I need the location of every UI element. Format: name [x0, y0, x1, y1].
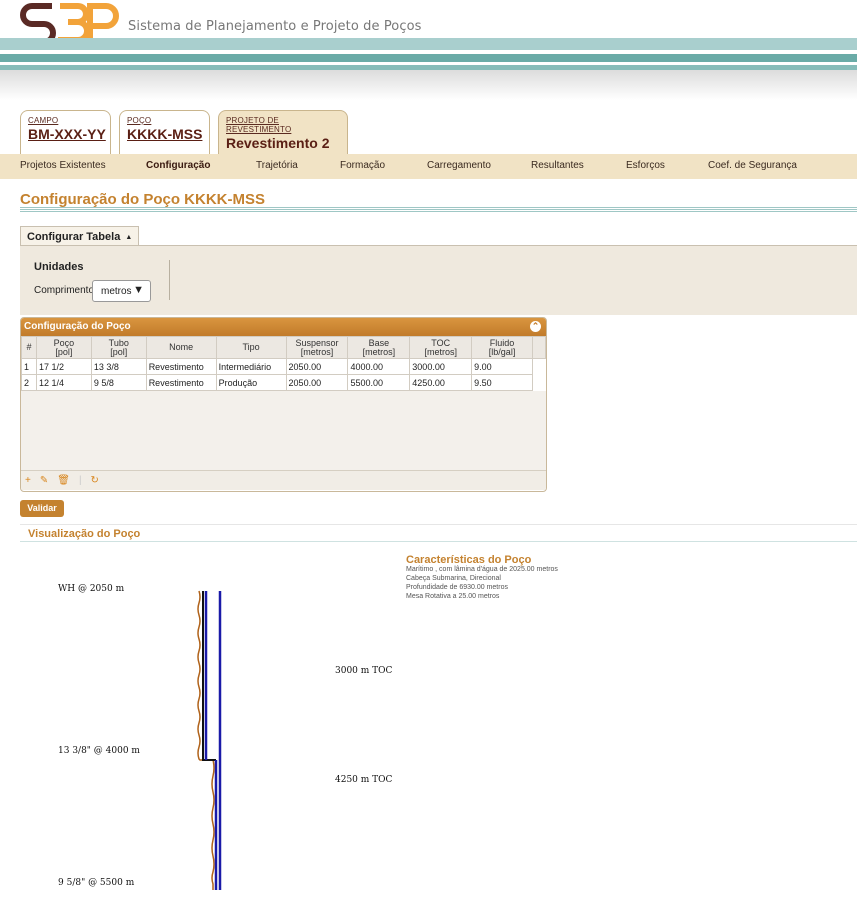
grid-table: # Poço [pol] Tubo [pol] Nome Tipo Suspensor [… — [21, 336, 546, 391]
table-cell[interactable]: 4250.00 — [409, 374, 473, 391]
wellhead-label: WH @ 2050 m — [58, 584, 125, 594]
poco-tab[interactable]: POÇO KKKK-MSS — [119, 110, 210, 155]
table-cell-spacer — [532, 374, 546, 391]
config-panel: Unidades Comprimento metros ▼ — [20, 245, 857, 315]
characteristic-line: Marítimo , com lâmina d'água de 2025.00 … — [406, 566, 558, 573]
context-tabs: CAMPO BM-XXX-YY POÇO KKKK-MSS PROJETO DE… — [20, 110, 348, 155]
poco-value[interactable]: KKKK-MSS — [127, 126, 202, 142]
column-header[interactable]: Suspensor [metros] — [285, 336, 349, 359]
nav-trajetoria[interactable]: Trajetória — [256, 160, 298, 171]
grid-body: 1 17 1/2 13 3/8 Revestimento Intermediário 20… — [21, 358, 546, 391]
casing-9-5-8 — [204, 591, 218, 890]
nav-coef-seguranca[interactable]: Coef. de Segurança — [708, 160, 797, 171]
table-row[interactable]: 1 17 1/2 13 3/8 Revestimento Intermediário 20… — [21, 358, 546, 375]
projeto-value[interactable]: Revestimento 2 — [226, 135, 340, 151]
column-header[interactable]: Tubo [pol] — [90, 336, 147, 359]
column-header[interactable]: Fluido [lb/gal] — [471, 336, 533, 359]
column-header[interactable]: Nome — [145, 336, 217, 359]
nav-formacao[interactable]: Formação — [340, 160, 385, 171]
app-title: Sistema de Planejamento e Projeto de Poç… — [128, 19, 422, 34]
table-cell[interactable]: 2050.00 — [285, 374, 349, 391]
table-cell[interactable]: 5500.00 — [347, 374, 411, 391]
visualization-divider — [20, 541, 857, 542]
table-cell[interactable]: 9 5/8 — [90, 374, 147, 391]
add-icon[interactable]: + — [25, 475, 31, 486]
table-cell[interactable]: 1 — [21, 358, 37, 375]
grid-title: Configuração do Poço — [24, 321, 131, 332]
table-cell[interactable]: 12 1/4 — [35, 374, 92, 391]
app-header: Sistema de Planejamento e Projeto de Poç… — [0, 0, 857, 100]
well-config-grid: Configuração do Poço ⌃ # Poço [pol] Tubo [… — [20, 317, 547, 492]
poco-label[interactable]: POÇO — [127, 116, 202, 125]
projeto-label[interactable]: PROJETO DE REVESTIMENTO — [226, 116, 340, 134]
table-cell[interactable]: 17 1/2 — [35, 358, 92, 375]
caret-up-icon: ▲ — [125, 234, 133, 241]
campo-tab[interactable]: CAMPO BM-XXX-YY — [20, 110, 111, 155]
table-cell[interactable]: 4000.00 — [347, 358, 411, 375]
refresh-icon[interactable]: ↻ — [91, 475, 99, 486]
characteristic-line: Profundidade de 6930.00 metros — [406, 584, 508, 591]
characteristic-line: Mesa Rotativa a 25.00 metros — [406, 593, 500, 600]
table-row[interactable]: 2 12 1/4 9 5/8 Revestimento Produção 2050.00 5… — [21, 374, 546, 391]
column-header[interactable]: TOC [metros] — [409, 336, 473, 359]
projeto-tab[interactable]: PROJETO DE REVESTIMENTO Revestimento 2 — [218, 110, 348, 155]
shoe-label-2: 9 5/8" @ 5500 m — [58, 878, 135, 888]
table-cell[interactable]: 9.50 — [471, 374, 533, 391]
delete-icon[interactable]: 🗑 — [57, 475, 70, 486]
characteristics-title: Características do Poço — [406, 554, 532, 566]
units-title: Unidades — [34, 261, 84, 273]
configurar-tabela-label: Configurar Tabela — [27, 231, 121, 243]
table-cell[interactable]: 2 — [21, 374, 37, 391]
column-header[interactable]: Poço [pol] — [35, 336, 92, 359]
toc-label-1: 3000 m TOC — [335, 666, 393, 676]
length-label: Comprimento — [34, 285, 95, 296]
nav-resultantes[interactable]: Resultantes — [531, 160, 584, 171]
table-cell[interactable]: Intermediário — [215, 358, 287, 375]
dropdown-arrow-icon: ▼ — [133, 284, 144, 296]
table-cell[interactable]: 3000.00 — [409, 358, 473, 375]
table-cell[interactable]: Revestimento — [145, 358, 217, 375]
edit-icon[interactable]: ✎ — [40, 475, 48, 486]
panel-separator — [169, 260, 170, 300]
table-cell[interactable]: Revestimento — [145, 374, 217, 391]
page-title: Configuração do Poço KKKK-MSS — [20, 191, 266, 208]
table-cell[interactable]: 2050.00 — [285, 358, 349, 375]
table-cell[interactable]: Produção — [215, 374, 287, 391]
column-header[interactable]: Base [metros] — [347, 336, 411, 359]
column-header[interactable]: # — [21, 336, 37, 359]
well-schematic — [197, 590, 222, 890]
grid-header-row: # Poço [pol] Tubo [pol] Nome Tipo Suspensor [… — [21, 336, 546, 359]
campo-value[interactable]: BM-XXX-YY — [28, 126, 106, 142]
cement-outer-2 — [211, 759, 215, 890]
nav-configuracao[interactable]: Configuração — [146, 160, 210, 171]
nav-projetos-existentes[interactable]: Projetos Existentes — [20, 160, 106, 171]
validate-button[interactable]: Validar — [20, 500, 64, 517]
nav-carregamento[interactable]: Carregamento — [427, 160, 491, 171]
toolbar-separator: | — [78, 475, 82, 486]
grid-header: Configuração do Poço ⌃ — [21, 318, 546, 336]
visualization-title: Visualização do Poço — [28, 528, 141, 540]
table-cell[interactable]: 9.00 — [471, 358, 533, 375]
viz-top-divider — [20, 524, 857, 525]
configurar-tabela-tab[interactable]: Configurar Tabela ▲ — [20, 226, 140, 246]
column-header-spacer — [531, 336, 546, 359]
toc-label-2: 4250 m TOC — [335, 775, 393, 785]
main-nav: Projetos Existentes Configuração Trajetó… — [0, 154, 857, 179]
nav-esforcos[interactable]: Esforços — [626, 160, 665, 171]
title-divider — [20, 207, 857, 212]
shoe-label-1: 13 3/8" @ 4000 m — [58, 746, 140, 756]
column-header[interactable]: Tipo — [215, 336, 287, 359]
length-unit-select[interactable]: metros ▼ — [92, 280, 151, 302]
length-unit-value: metros — [101, 286, 132, 297]
table-cell-spacer — [532, 358, 546, 375]
grid-toolbar: + ✎ 🗑 | ↻ — [21, 470, 546, 490]
characteristic-line: Cabeça Submarina, Direcional — [406, 575, 501, 582]
campo-label[interactable]: CAMPO — [28, 116, 103, 125]
grid-empty-area — [21, 391, 546, 470]
table-cell[interactable]: 13 3/8 — [90, 358, 147, 375]
collapse-icon[interactable]: ⌃ — [530, 321, 541, 332]
